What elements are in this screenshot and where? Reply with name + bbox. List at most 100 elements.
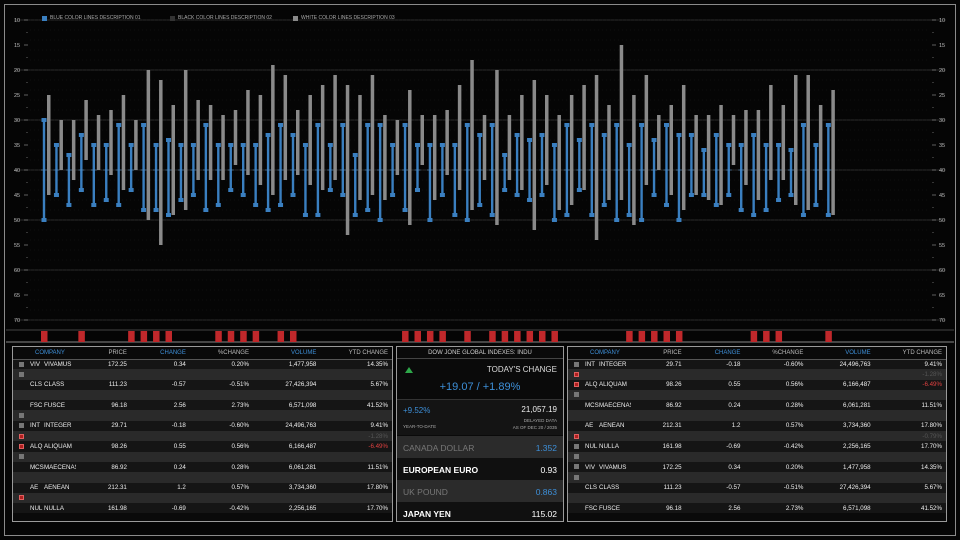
column-header[interactable]: PRICE bbox=[76, 347, 131, 360]
gray-range-bar bbox=[457, 85, 462, 190]
ytd-cell: -0.79% bbox=[922, 432, 942, 440]
pct-cell: 0.57% bbox=[231, 484, 249, 492]
blue-bar-cap-top bbox=[564, 123, 570, 127]
table-row[interactable]: VIV VIVAMUS 172.25 0.34 0.20% 1,477,958 14.35% bbox=[13, 359, 392, 370]
table-row[interactable] bbox=[13, 369, 392, 380]
currency-value: 1.352 bbox=[535, 443, 557, 453]
pct-cell bbox=[744, 431, 807, 441]
column-header[interactable]: PRICE bbox=[631, 347, 686, 360]
table-row[interactable]: NUL NULLA 161.98 -0.69 -0.42% 2,256,165 17.70% bbox=[568, 441, 946, 452]
column-header[interactable]: %CHANGE bbox=[189, 347, 253, 360]
blue-range-bar bbox=[117, 125, 120, 205]
table-row[interactable] bbox=[13, 410, 392, 421]
company-cell bbox=[13, 369, 76, 379]
gray-range-bar bbox=[769, 85, 773, 180]
column-header[interactable]: YTD CHANGE bbox=[874, 347, 946, 360]
gray-range-bar bbox=[632, 95, 636, 225]
price-cell bbox=[631, 410, 686, 420]
blue-bar-cap-bottom bbox=[290, 193, 296, 197]
blue-bar-cap-bottom bbox=[377, 218, 383, 222]
gray-range-bar bbox=[47, 95, 51, 195]
y-tick-label-right: 50 bbox=[939, 218, 945, 224]
blue-bar-cap-bottom bbox=[66, 203, 72, 207]
y-tick-label-right: 55 bbox=[939, 243, 945, 249]
table-row[interactable]: CLS CLASS 111.23 -0.57 -0.51% 27,426,394 5.67% bbox=[13, 379, 392, 390]
blue-range-bar bbox=[129, 145, 133, 190]
table-row[interactable]: -1.28% bbox=[568, 369, 946, 380]
blue-bar-cap-bottom bbox=[564, 213, 570, 217]
price-cell: 29.71 bbox=[111, 422, 127, 430]
price-cell: 96.18 bbox=[111, 401, 127, 409]
table-row[interactable]: AE AENEAN 212.31 1.2 0.57% 3,734,360 17.80% bbox=[13, 482, 392, 493]
vol-cell: 24,496,763 bbox=[285, 422, 317, 430]
table-row[interactable] bbox=[13, 451, 392, 462]
currency-row[interactable]: JAPAN YEN 115.02 bbox=[397, 502, 563, 521]
ticker-symbol: VIV bbox=[30, 360, 40, 368]
blue-bar-cap-bottom bbox=[651, 193, 657, 197]
table-row[interactable]: FSC FUSCE 96.18 2.56 2.73% 6,571,098 41.52% bbox=[568, 503, 946, 514]
table-row[interactable] bbox=[13, 389, 392, 401]
currency-row[interactable]: UK POUND 0.863 bbox=[397, 480, 563, 502]
table-row[interactable]: INT INTEGER 29.71 -0.18 -0.60% 24,496,763 9.41… bbox=[568, 359, 946, 370]
blue-bar-cap-bottom bbox=[228, 188, 234, 192]
table-row[interactable]: MCSMAECENAS 86.92 0.24 0.28% 6,061,281 11.51% bbox=[568, 400, 946, 411]
gray-range-bar bbox=[271, 65, 275, 195]
ticker-symbol: INT bbox=[585, 360, 595, 368]
table-row[interactable]: -1.28% bbox=[13, 431, 392, 442]
change-cell bbox=[686, 493, 745, 503]
price-cell: 96.18 bbox=[666, 504, 682, 512]
vol-cell bbox=[807, 390, 874, 400]
table-row[interactable]: MCSMAECENAS 86.92 0.24 0.28% 6,061,281 11.51% bbox=[13, 461, 392, 473]
gray-range-bar bbox=[681, 85, 686, 210]
column-header[interactable]: CHANGE bbox=[685, 347, 745, 360]
company-name: AENEAN bbox=[44, 484, 70, 492]
column-header[interactable]: VOLUME bbox=[807, 347, 875, 360]
gray-range-bar bbox=[794, 75, 798, 205]
ytd-cell: -1.28% bbox=[368, 432, 388, 440]
column-header[interactable]: YTD CHANGE bbox=[320, 347, 392, 360]
change-cell bbox=[131, 452, 190, 462]
table-row[interactable]: VIV VIVAMUS 172.25 0.34 0.20% 1,477,958 14.35% bbox=[568, 461, 946, 473]
column-header[interactable]: CHANGE bbox=[130, 347, 190, 360]
pct-cell: 2.73% bbox=[231, 401, 249, 409]
table-row[interactable]: ALQ ALIQUAM 98.26 0.55 0.56% 6,166,487 -6.49% bbox=[13, 441, 392, 452]
table-row[interactable] bbox=[568, 492, 946, 504]
table-row[interactable]: FSC FUSCE 96.18 2.56 2.73% 6,571,098 41.52% bbox=[13, 400, 392, 411]
gray-range-bar bbox=[756, 110, 761, 200]
table-row[interactable] bbox=[568, 410, 946, 421]
pct-cell bbox=[190, 410, 253, 420]
price-cell bbox=[631, 390, 686, 400]
table-row[interactable] bbox=[568, 451, 946, 462]
table-row[interactable]: CLS CLASS 111.23 -0.57 -0.51% 27,426,394 5.67% bbox=[568, 482, 946, 493]
currency-row[interactable]: EUROPEAN EURO 0.93 bbox=[397, 458, 563, 480]
blue-bar-cap-bottom bbox=[166, 213, 171, 217]
column-header[interactable]: %CHANGE bbox=[744, 347, 808, 360]
legend-swatch bbox=[170, 15, 175, 21]
volume-bar bbox=[277, 331, 285, 342]
y-tick-label-right: 10 bbox=[939, 18, 945, 24]
table-row[interactable]: ALQ ALIQUAM 98.26 0.55 0.56% 6,166,487 -6.49% bbox=[568, 379, 946, 390]
gray-range-bar bbox=[283, 75, 288, 180]
table-row[interactable]: AE AENEAN 212.31 1.2 0.57% 3,734,360 17.80% bbox=[568, 420, 946, 432]
blue-bar-cap-top bbox=[190, 143, 196, 147]
column-header[interactable]: COMPANY bbox=[13, 347, 77, 360]
blue-bar-cap-top bbox=[228, 143, 234, 147]
ytd-value: 21,057.19 bbox=[521, 405, 557, 414]
column-header[interactable]: VOLUME bbox=[252, 347, 321, 360]
table-row[interactable]: NUL NULLA 161.98 -0.69 -0.42% 2,256,165 17.70% bbox=[13, 503, 392, 514]
table-row[interactable] bbox=[13, 472, 392, 483]
pct-cell bbox=[190, 452, 253, 462]
table-row[interactable]: INT INTEGER 29.71 -0.18 -0.60% 24,496,763 9.41… bbox=[13, 420, 392, 432]
company-cell bbox=[568, 472, 631, 482]
table-row[interactable] bbox=[13, 492, 392, 504]
ytd-cell: 9.41% bbox=[924, 360, 942, 368]
company-name: MAECENAS bbox=[599, 401, 631, 409]
currency-row[interactable]: CANADA DOLLAR 1.352 bbox=[397, 436, 563, 458]
table-row[interactable] bbox=[568, 389, 946, 401]
change-cell: -0.18 bbox=[171, 422, 186, 430]
y-tick-label-left: 40 bbox=[14, 168, 20, 174]
table-row[interactable] bbox=[568, 472, 946, 483]
gray-range-bar bbox=[495, 70, 499, 225]
column-header[interactable]: COMPANY bbox=[568, 347, 631, 360]
table-row[interactable]: -0.79% bbox=[568, 431, 946, 442]
